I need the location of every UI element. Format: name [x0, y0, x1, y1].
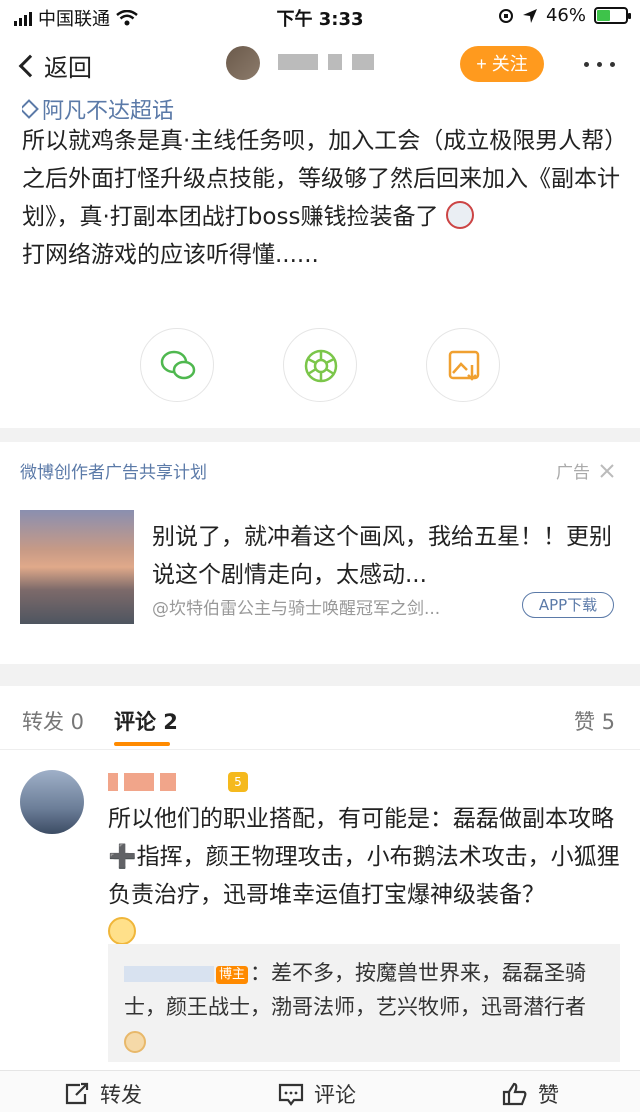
back-button[interactable]: 返回 [16, 48, 92, 83]
post-text-tail: 打网络游戏的应该听得懂...... [22, 242, 319, 268]
follow-button[interactable]: + 关注 [460, 46, 544, 82]
tab-active-indicator [114, 742, 170, 746]
reply-author-redacted[interactable] [124, 966, 214, 982]
like-button[interactable]: 赞 [502, 1079, 559, 1109]
location-icon [522, 8, 537, 23]
wechat-icon [160, 350, 196, 380]
diamond-icon [22, 99, 39, 119]
ad-program-title[interactable]: 微博创作者广告共享计划 [20, 458, 207, 483]
repost-label: 转发 [100, 1083, 142, 1107]
comment-label: 评论 [314, 1083, 356, 1107]
more-icon[interactable] [584, 62, 615, 67]
tab-repost[interactable]: 转发 0 [22, 706, 84, 736]
ad-image[interactable] [20, 510, 134, 624]
thumbs-up-icon [502, 1082, 527, 1106]
topic-label: 阿凡不达超话 [42, 99, 175, 122]
ad-text[interactable]: 别说了，就冲着这个画风，我给五星！！更别说这个剧情走向，太感动... [152, 518, 612, 594]
commenter-name-redacted[interactable]: 5 [108, 772, 248, 792]
interaction-tabs: 转发 0 评论 2 赞 5 [0, 690, 640, 750]
author-badge: 博主 [216, 966, 249, 984]
moments-icon [304, 349, 338, 383]
repost-button[interactable]: 转发 [64, 1079, 142, 1109]
doge-emoji-icon [124, 1031, 146, 1053]
post-text-main: 所以就鸡条是真·主线任务呗，加入工会（成立极限男人帮）之后外面打怪升级点技能，等… [22, 128, 620, 230]
tab-like[interactable]: 赞 5 [574, 706, 615, 736]
topic-link[interactable]: 阿凡不达超话 [22, 96, 174, 122]
moments-share-button[interactable] [283, 328, 357, 402]
status-bar: 中国联通 下午 3:33 46% [0, 0, 640, 32]
tab-comment[interactable]: 评论 2 [114, 706, 178, 736]
comment-icon [278, 1083, 304, 1106]
app-download-button[interactable]: APP下载 [522, 592, 614, 618]
battery-percent: 46% [545, 5, 586, 26]
chevron-left-icon [18, 54, 42, 77]
avatar[interactable] [20, 770, 84, 834]
back-label: 返回 [44, 54, 92, 82]
close-icon[interactable] [600, 463, 614, 478]
comment-button[interactable]: 评论 [278, 1079, 356, 1109]
like-label: 赞 [538, 1083, 559, 1107]
ad-tag-text: 广告 [556, 463, 590, 483]
share-row [0, 328, 640, 402]
section-divider [0, 428, 640, 442]
ad-label: 广告 [556, 458, 614, 483]
save-image-button[interactable] [426, 328, 500, 402]
section-divider [0, 664, 640, 686]
battery-icon [594, 7, 631, 24]
username-redacted [278, 54, 374, 70]
nav-bar: 返回 + 关注 [0, 32, 640, 100]
comment-body: 所以他们的职业搭配，有可能是：磊磊做副本攻略➕指挥，颜王物理攻击，小布鹅法术攻击… [108, 806, 620, 908]
fan-badge-icon: 5 [228, 772, 248, 792]
wechat-share-button[interactable] [140, 328, 214, 402]
rotation-lock-icon [498, 8, 513, 23]
post-text: 所以就鸡条是真·主线任务呗，加入工会（成立极限男人帮）之后外面打怪升级点技能，等… [22, 122, 622, 274]
comment-text: 所以他们的职业搭配，有可能是：磊磊做副本攻略➕指挥，颜王物理攻击，小布鹅法术攻击… [108, 800, 620, 952]
ad-source: @坎特伯雷公主与骑士唤醒冠军之剑... [152, 599, 441, 619]
husky-emoji-icon [445, 201, 474, 229]
avatar[interactable] [226, 46, 260, 80]
reply-preview[interactable]: 博主 ：差不多，按魔兽世界来，磊磊圣骑士，颜王战士，渤哥法师，艺兴牧师，迅哥潜行者 [108, 944, 620, 1062]
repost-icon [65, 1082, 89, 1105]
laugh-cry-emoji-icon [108, 917, 136, 945]
bottom-action-bar: 转发 评论 赞 [0, 1070, 640, 1112]
image-download-icon [448, 350, 480, 381]
